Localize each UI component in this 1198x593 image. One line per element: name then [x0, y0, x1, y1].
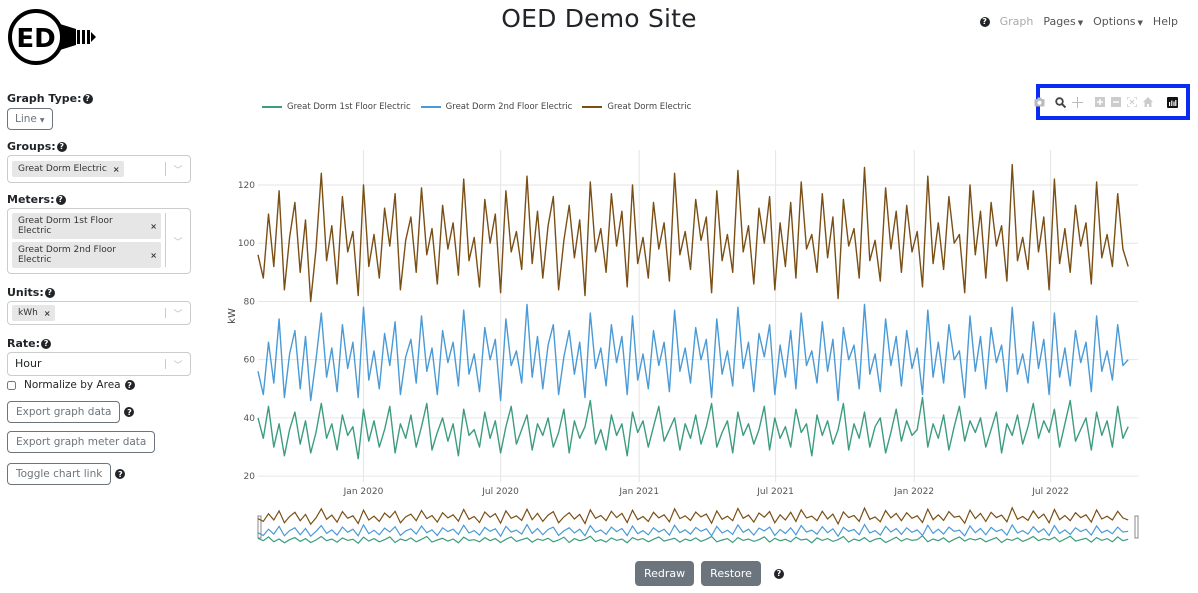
y-tick-label: 100	[238, 239, 255, 249]
y-tick-label: 60	[244, 356, 256, 366]
y-tick-label: 80	[244, 297, 256, 307]
line-chart[interactable]: 20 40 60 80 100 120 Jan 2020 Jul 2020 Jan 2021 Ju…	[0, 0, 1198, 593]
help-icon[interactable]: ?	[773, 568, 784, 579]
y-tick-label: 120	[238, 181, 255, 191]
x-tick-label: Jul 2022	[1031, 487, 1069, 497]
x-tick-label: Jul 2020	[481, 487, 519, 497]
x-tick-label: Jul 2021	[756, 487, 794, 497]
series-line	[257, 303, 1129, 402]
range-slider-handle-right	[1134, 515, 1139, 539]
y-axis-label: kW	[227, 308, 238, 324]
x-tick-label: Jan 2021	[618, 487, 659, 497]
chart-controls: Redraw Restore ?	[635, 561, 784, 586]
y-tick-label: 40	[244, 414, 256, 424]
redraw-button[interactable]: Redraw	[635, 561, 695, 586]
y-tick-label: 20	[244, 472, 256, 482]
restore-button[interactable]: Restore	[701, 561, 761, 586]
x-tick-label: Jan 2020	[343, 487, 384, 497]
series-line	[257, 396, 1129, 460]
x-tick-label: Jan 2022	[893, 487, 934, 497]
